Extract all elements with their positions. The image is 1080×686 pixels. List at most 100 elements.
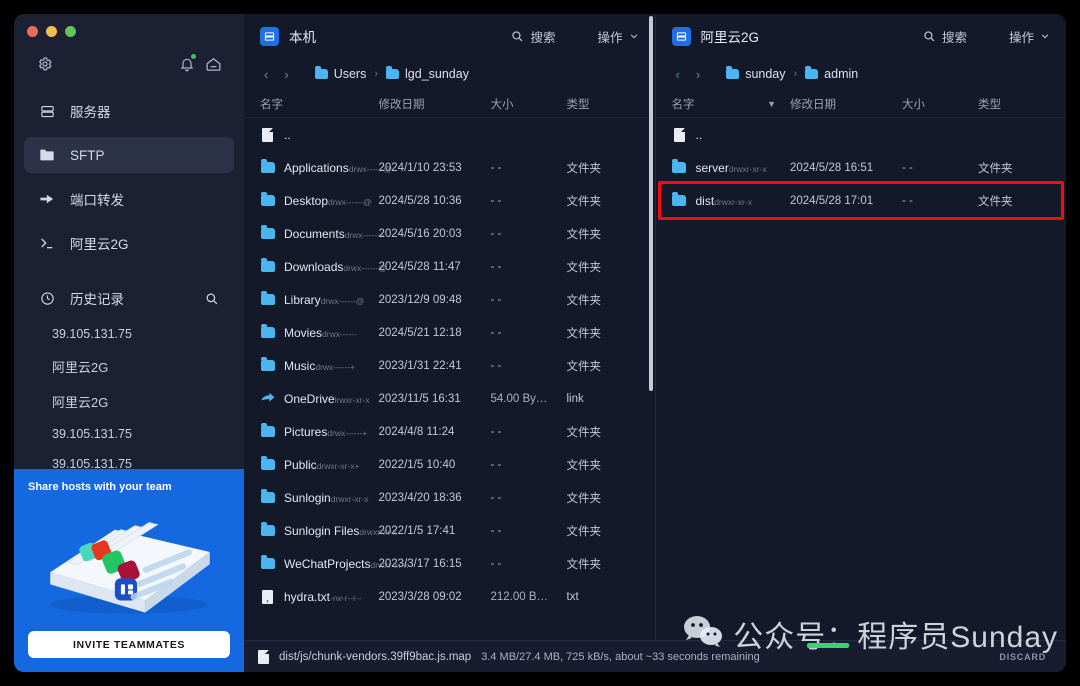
column-header-type[interactable]: 类型 — [567, 96, 639, 112]
local-scrollbar-track[interactable] — [649, 16, 653, 672]
table-row[interactable]: .. — [244, 118, 655, 151]
remote-forward-button[interactable]: › — [692, 67, 704, 82]
file-permissions: drwxr-xr-x — [331, 494, 369, 504]
table-row[interactable]: Downloadsdrwx------@2024/5/28 11:47- -文件… — [244, 250, 655, 283]
sidebar-item-sftp[interactable]: SFTP — [24, 137, 234, 173]
column-header-date[interactable]: 修改日期 — [379, 96, 491, 112]
table-row[interactable]: Musicdrwx------+2023/1/31 22:41- -文件夹 — [244, 349, 655, 382]
history-item[interactable]: 39.105.131.75 — [14, 419, 244, 449]
file-modified-date: 2023/12/9 09:48 — [379, 294, 491, 306]
symlink-icon — [260, 392, 275, 405]
remote-search-button[interactable]: 搜索 — [922, 27, 967, 46]
remote-search-label: 搜索 — [942, 27, 967, 46]
table-row[interactable]: serverdrwxr-xr-x2024/5/28 16:51- -文件夹 — [656, 151, 1067, 184]
sidebar-item-port-forwarding[interactable]: 端口转发 — [24, 181, 234, 217]
table-row[interactable]: Publicdrwxr-xr-x+2022/1/5 10:40- -文件夹 — [244, 448, 655, 481]
folder-icon — [261, 327, 275, 338]
column-header-size[interactable]: 大小 — [902, 96, 978, 112]
file-permissions: drwxr-xr-x+ — [317, 461, 360, 471]
remote-back-button[interactable]: ‹ — [672, 67, 684, 82]
home-icon[interactable] — [200, 51, 226, 77]
table-row[interactable]: distdrwxr-xr-x2024/5/28 17:01- -文件夹 — [656, 184, 1067, 217]
sidebar-item-servers[interactable]: 服务器 — [24, 93, 234, 129]
file-permissions: lrwxr-xr-x — [335, 395, 370, 405]
search-icon — [510, 29, 524, 43]
file-size: - - — [491, 360, 567, 372]
column-header-name[interactable]: 名字 ▼ — [672, 96, 791, 112]
file-name: Downloads — [284, 260, 343, 274]
table-row[interactable]: Sunlogin Filesdrwxr-xr-x2022/1/5 17:41- … — [244, 514, 655, 547]
bell-icon[interactable] — [174, 51, 200, 77]
file-permissions: drwxr-xr-x — [714, 197, 752, 207]
remote-file-list: ..serverdrwxr-xr-x2024/5/28 16:51- -文件夹d… — [656, 118, 1067, 672]
search-icon — [922, 29, 936, 43]
file-type: 文件夹 — [978, 160, 1050, 176]
local-search-label: 搜索 — [530, 27, 555, 46]
file-size: 212.00 B… — [491, 591, 567, 603]
file-type: 文件夹 — [567, 259, 639, 275]
parent-directory-icon — [262, 128, 273, 142]
sidebar-item-aliyun2g[interactable]: 阿里云2G — [24, 225, 234, 261]
table-row[interactable]: Librarydrwx------@2023/12/9 09:48- -文件夹 — [244, 283, 655, 316]
file-type: 文件夹 — [567, 226, 639, 242]
table-row[interactable]: .. — [656, 118, 1067, 151]
local-scrollbar-thumb[interactable] — [649, 16, 653, 391]
close-window-button[interactable] — [27, 26, 38, 37]
file-type: 文件夹 — [978, 193, 1050, 209]
file-panels: 本机 搜索 操作 ‹ › — [244, 14, 1066, 672]
breadcrumb-item-users[interactable]: Users — [315, 67, 367, 81]
file-type: 文件夹 — [567, 358, 639, 374]
breadcrumb-item-sunday[interactable]: sunday — [726, 67, 785, 81]
table-row[interactable]: WeChatProjectsdrwxr-xr-x2023/3/17 16:15-… — [244, 547, 655, 580]
file-size: - - — [491, 525, 567, 537]
chevron-down-icon[interactable]: ▼ — [767, 99, 790, 109]
folder-icon — [261, 558, 275, 569]
file-permissions: drwx------+ — [327, 428, 367, 438]
folder-icon — [672, 195, 686, 206]
local-actions-button[interactable]: 操作 — [597, 27, 638, 46]
file-type: 文件夹 — [567, 556, 639, 572]
local-column-headers: 名字 修改日期 大小 类型 — [244, 90, 655, 118]
column-header-type[interactable]: 类型 — [978, 96, 1050, 112]
column-header-name[interactable]: 名字 — [260, 96, 379, 112]
table-row[interactable]: Applicationsdrwx------@2024/1/10 23:53- … — [244, 151, 655, 184]
local-forward-button[interactable]: › — [280, 67, 292, 82]
gear-icon[interactable] — [32, 51, 58, 77]
file-size: - - — [491, 492, 567, 504]
maximize-window-button[interactable] — [65, 26, 76, 37]
file-name: Applications — [284, 161, 349, 175]
search-icon[interactable] — [202, 291, 220, 306]
history-item[interactable]: 阿里云2G — [14, 384, 244, 419]
file-size: - - — [902, 195, 978, 207]
table-row[interactable]: Documentsdrwx------+2024/5/16 20:03- -文件… — [244, 217, 655, 250]
invite-teammates-button[interactable]: INVITE TEAMMATES — [28, 631, 230, 658]
table-row[interactable]: Desktopdrwx------@2024/5/28 10:36- -文件夹 — [244, 184, 655, 217]
local-back-button[interactable]: ‹ — [260, 67, 272, 82]
history-header: 历史记录 — [24, 283, 234, 313]
local-panel-header: 本机 搜索 操作 — [244, 14, 655, 58]
local-search-button[interactable]: 搜索 — [510, 27, 555, 46]
breadcrumb-item-lgd-sunday[interactable]: lgd_sunday — [386, 67, 469, 81]
file-name: Music — [284, 359, 315, 373]
column-header-size[interactable]: 大小 — [491, 96, 567, 112]
discard-button[interactable]: DISCARD — [999, 652, 1052, 662]
minimize-window-button[interactable] — [46, 26, 57, 37]
folder-icon — [672, 162, 686, 173]
breadcrumb-item-admin[interactable]: admin — [805, 67, 858, 81]
table-row[interactable]: Moviesdrwx------2024/5/21 12:18- -文件夹 — [244, 316, 655, 349]
remote-actions-button[interactable]: 操作 — [1009, 27, 1050, 46]
server-icon — [260, 27, 279, 46]
text-file-icon — [262, 590, 273, 604]
column-header-date[interactable]: 修改日期 — [790, 96, 902, 112]
remote-host-name: 阿里云2G — [701, 26, 760, 46]
table-row[interactable]: Sunlogindrwxr-xr-x2023/4/20 18:36- -文件夹 — [244, 481, 655, 514]
table-row[interactable]: OneDrivelrwxr-xr-x2023/11/5 16:3154.00 B… — [244, 382, 655, 415]
history-item[interactable]: 阿里云2G — [14, 349, 244, 384]
promo-illustration — [28, 497, 230, 623]
table-row[interactable]: Picturesdrwx------+2024/4/8 11:24- -文件夹 — [244, 415, 655, 448]
sidebar-item-label: 服务器 — [70, 101, 111, 121]
table-row[interactable]: hydra.txt-rw-r--r--2023/3/28 09:02212.00… — [244, 580, 655, 613]
sidebar-nav: 服务器 SFTP 端口转发 — [14, 93, 244, 269]
history-item[interactable]: 39.105.131.75 — [14, 319, 244, 349]
file-modified-date: 2023/11/5 16:31 — [379, 393, 491, 405]
